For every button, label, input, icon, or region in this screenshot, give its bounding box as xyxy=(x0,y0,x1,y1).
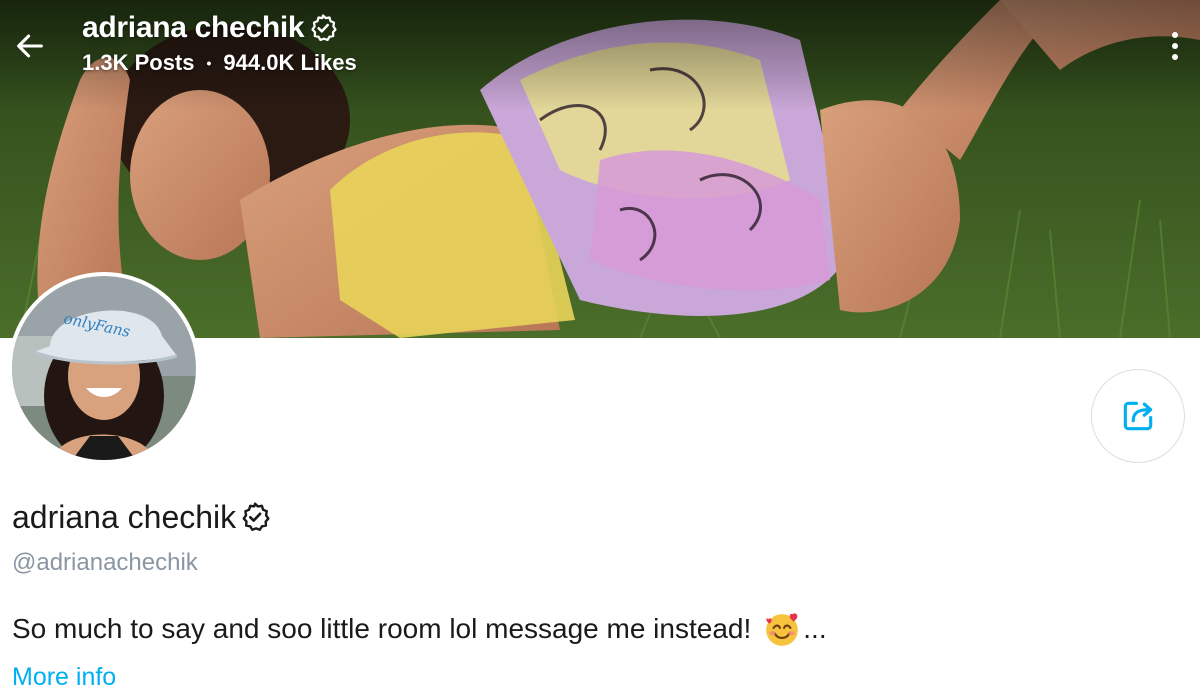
more-options-button[interactable] xyxy=(1160,24,1190,68)
profile-name: adriana chechik xyxy=(12,499,237,535)
back-button[interactable] xyxy=(8,24,52,68)
share-button[interactable] xyxy=(1091,369,1185,463)
more-info-link[interactable]: More info xyxy=(12,663,116,692)
avatar-image: onlyFans xyxy=(12,276,196,460)
verified-badge-icon xyxy=(242,502,270,531)
stats-separator: • xyxy=(206,55,212,71)
bio-text: So much to say and soo little room lol m… xyxy=(12,613,752,644)
share-icon xyxy=(1123,401,1153,431)
smiling-face-with-hearts-icon xyxy=(766,613,799,646)
profile-bio: So much to say and soo little room lol m… xyxy=(12,610,827,648)
posts-count: 1.3K Posts xyxy=(82,50,195,75)
profile-page: adriana chechik 1.3K Posts • 944.0K Like… xyxy=(0,0,1200,700)
profile-handle: @adrianachechik xyxy=(12,549,198,576)
verified-badge-icon xyxy=(311,14,337,42)
likes-count: 944.0K Likes xyxy=(223,50,357,75)
profile-name-row: adriana chechik xyxy=(12,496,271,538)
avatar[interactable]: onlyFans xyxy=(8,272,200,464)
header-info: adriana chechik 1.3K Posts • 944.0K Like… xyxy=(82,8,357,76)
vertical-dots-icon xyxy=(1172,32,1178,60)
header-name: adriana chechik xyxy=(82,11,305,44)
bio-ellipsis: ... xyxy=(803,613,827,644)
arrow-left-icon xyxy=(17,34,43,58)
header-stats: 1.3K Posts • 944.0K Likes xyxy=(82,50,357,76)
header-name-row: adriana chechik xyxy=(82,8,357,48)
avatar-photo: onlyFans xyxy=(12,276,196,460)
